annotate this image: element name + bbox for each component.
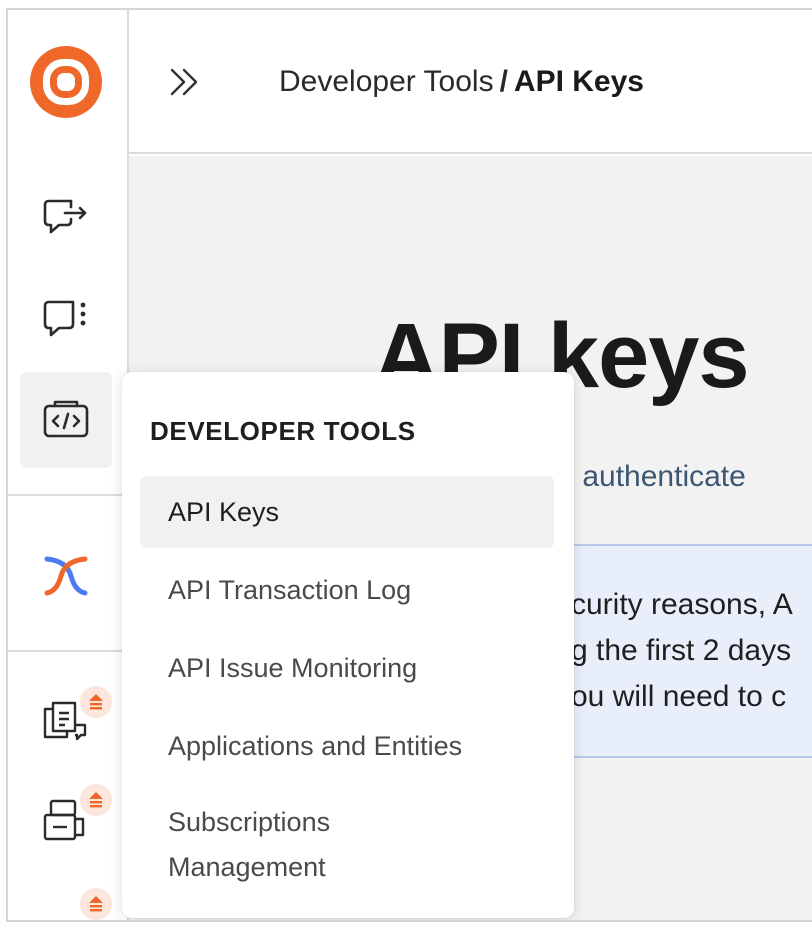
developer-tools-menu: DEVELOPER TOOLS API Keys API Transaction…: [122, 372, 574, 918]
notice-line: g the first 2 days: [571, 634, 792, 667]
export-chat-icon: [43, 199, 87, 234]
app-window: Developer Tools / API Keys API keys to aut…: [6, 8, 812, 922]
menu-item-applications-and-entities[interactable]: Applications and Entities: [140, 710, 554, 782]
security-notice: curity reasons, A g the first 2 days ou …: [549, 544, 812, 758]
logo-button[interactable]: [20, 34, 112, 130]
expand-sidebar-button[interactable]: [165, 62, 205, 102]
menu-item-api-issue-monitoring[interactable]: API Issue Monitoring: [140, 632, 554, 704]
menu-item-subscriptions-management[interactable]: Subscriptions Management: [140, 796, 400, 896]
update-badge-icon: [80, 686, 112, 718]
sidebar-item-forms[interactable]: [20, 772, 112, 868]
menu-item-api-keys[interactable]: API Keys: [140, 476, 554, 548]
notice-line: ou will need to c: [571, 680, 787, 713]
sidebar-item-export[interactable]: [20, 167, 112, 263]
page-subtitle: to authenticate: [549, 460, 746, 493]
chat-menu-icon: [43, 300, 86, 337]
sidebar-item-documents[interactable]: [20, 674, 112, 770]
sidebar-item-chat[interactable]: [20, 270, 112, 366]
menu-item-api-transaction-log[interactable]: API Transaction Log: [140, 554, 554, 626]
menu-heading: DEVELOPER TOOLS: [150, 416, 416, 446]
double-chevron-right-icon: [170, 68, 198, 96]
notice-line: curity reasons, A: [571, 588, 793, 621]
integration-x-icon: [44, 556, 88, 596]
developer-code-icon: [43, 400, 89, 438]
sidebar-item-more[interactable]: [20, 870, 112, 920]
breadcrumb-current: API Keys: [513, 65, 644, 98]
top-bar: Developer Tools / API Keys: [129, 10, 812, 154]
breadcrumb: Developer Tools / API Keys: [279, 62, 644, 102]
concentric-logo-icon: [30, 46, 102, 118]
breadcrumb-separator: /: [499, 65, 508, 98]
sidebar-item-developer-tools[interactable]: [20, 372, 112, 468]
update-badge-icon: [80, 784, 112, 816]
sidebar-item-integrations[interactable]: [20, 528, 112, 624]
sidebar: [8, 10, 129, 920]
update-badge-icon: [80, 888, 112, 920]
breadcrumb-parent[interactable]: Developer Tools: [279, 65, 494, 98]
